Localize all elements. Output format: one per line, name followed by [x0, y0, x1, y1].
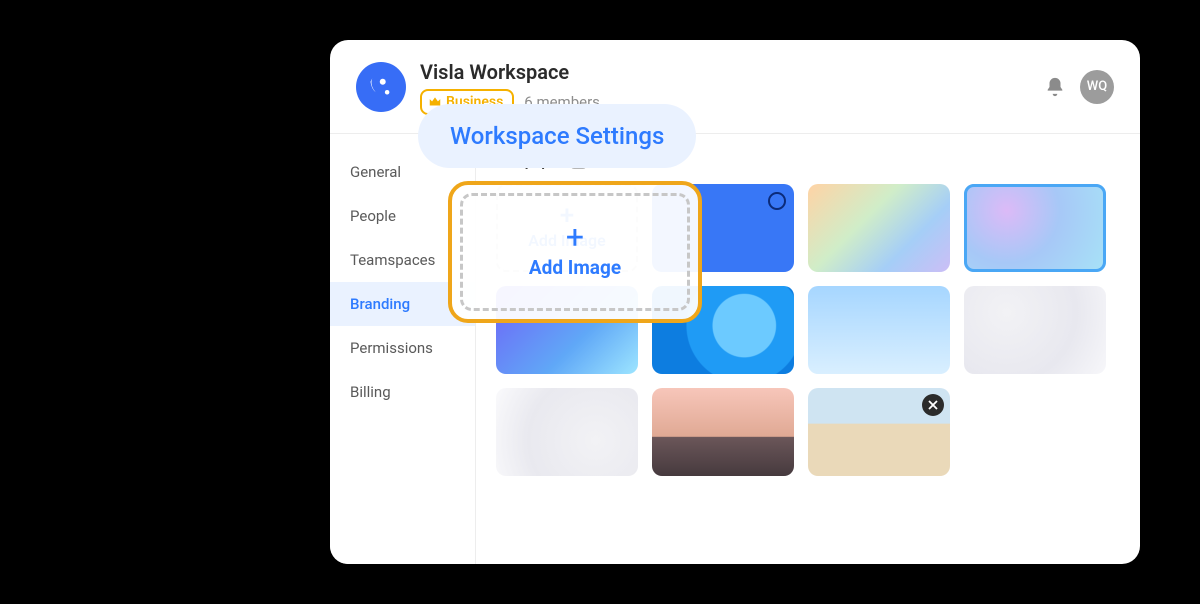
sidebar-item-billing[interactable]: Billing [330, 370, 475, 414]
delete-thumb-button[interactable] [922, 394, 944, 416]
workspace-header: Visla Workspace Business 6 members WQ [330, 40, 1140, 134]
wallpaper-thumb[interactable] [496, 388, 638, 476]
bell-icon [1044, 76, 1066, 98]
wallpaper-thumb[interactable] [808, 184, 950, 272]
sidebar-item-label: Teamspaces [350, 251, 435, 269]
close-icon [928, 400, 938, 410]
workspace-title: Visla Workspace [420, 59, 600, 85]
workspace-title-block: Visla Workspace Business 6 members [420, 59, 600, 115]
wallpaper-thumb[interactable] [652, 388, 794, 476]
workspace-logo [356, 62, 406, 112]
plan-label: Business [446, 94, 503, 110]
wallpaper-thumb[interactable] [808, 286, 950, 374]
section-title-row: Wallpaper ? [496, 152, 1120, 170]
sidebar-item-permissions[interactable]: Permissions [330, 326, 475, 370]
add-image-highlight[interactable]: + Add Image [448, 181, 702, 323]
wallpaper-thumb[interactable] [808, 388, 950, 476]
sidebar-item-label: People [350, 207, 396, 225]
notifications-button[interactable] [1044, 76, 1066, 98]
sidebar-item-label: General [350, 163, 401, 181]
radio-marker-icon [768, 192, 786, 210]
brand-icon [367, 73, 395, 101]
crown-icon [428, 95, 442, 109]
wallpaper-thumb[interactable] [964, 286, 1106, 374]
section-title: Wallpaper [496, 152, 563, 170]
sidebar-item-label: Billing [350, 383, 391, 401]
members-count: 6 members [524, 93, 600, 111]
add-image-label: Add Image [529, 256, 621, 279]
plan-badge[interactable]: Business [420, 89, 514, 115]
user-avatar[interactable]: WQ [1080, 70, 1114, 104]
sidebar-item-label: Permissions [350, 339, 433, 357]
wallpaper-thumb-selected[interactable] [964, 184, 1106, 272]
plus-icon: + [566, 225, 584, 251]
info-icon[interactable]: ? [571, 154, 586, 169]
sidebar-item-label: Branding [350, 295, 410, 313]
